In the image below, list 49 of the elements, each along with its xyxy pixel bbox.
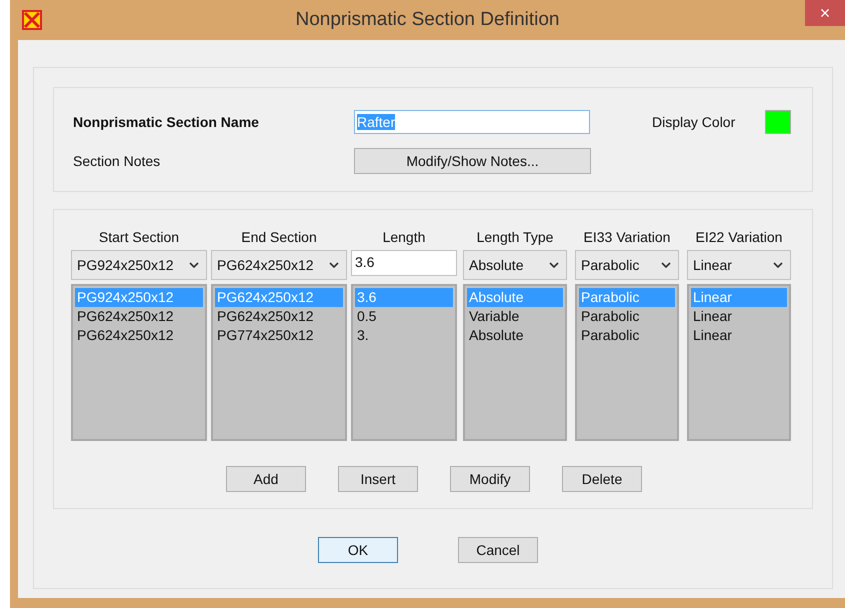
column-heading: EI22 Variation xyxy=(694,229,784,247)
color-swatch[interactable] xyxy=(765,110,791,134)
row-action-button[interactable]: Insert xyxy=(338,466,418,492)
list-box[interactable]: Absolute Variable Absolute xyxy=(463,284,567,441)
dropdown[interactable]: PG924x250x12 xyxy=(71,250,207,280)
list-item[interactable]: Absolute xyxy=(467,326,563,345)
list-item[interactable]: Variable xyxy=(467,307,563,326)
notes-button[interactable]: Modify/Show Notes... xyxy=(354,148,591,174)
list-box[interactable]: PG924x250x12 PG624x250x12 PG624x250x12 xyxy=(71,284,207,441)
dropdown[interactable]: Parabolic xyxy=(575,250,679,280)
list-box[interactable]: 3.6 0.5 3. xyxy=(351,284,457,441)
column-heading: Length Type xyxy=(476,229,554,247)
column-heading: Start Section xyxy=(98,229,180,247)
list-item[interactable]: Parabolic xyxy=(579,326,675,345)
dropdown[interactable]: Absolute xyxy=(463,250,567,280)
window-title: Nonprismatic Section Definition xyxy=(294,9,560,31)
list-item[interactable]: Linear xyxy=(691,326,787,345)
column-heading: EI33 Variation xyxy=(582,229,672,247)
chevron-icon xyxy=(773,262,783,268)
list-item[interactable]: PG774x250x12 xyxy=(215,326,343,345)
dropdown[interactable]: PG624x250x12 xyxy=(211,250,347,280)
list-item[interactable]: Parabolic xyxy=(579,307,675,326)
section-name-label: Nonprismatic Section Name xyxy=(73,114,260,130)
column-heading: End Section xyxy=(240,229,318,247)
display-color-label: Display Color xyxy=(652,114,736,130)
list-item[interactable]: PG624x250x12 xyxy=(215,307,343,326)
list-item[interactable]: Linear xyxy=(691,307,787,326)
list-box[interactable]: PG624x250x12 PG624x250x12 PG774x250x12 xyxy=(211,284,347,441)
chevron-icon xyxy=(329,262,339,268)
dropdown[interactable]: Linear xyxy=(687,250,791,280)
chevron-icon xyxy=(661,262,671,268)
column-heading: Length xyxy=(382,229,426,247)
list-box[interactable]: Parabolic Parabolic Parabolic xyxy=(575,284,679,441)
list-item[interactable]: PG624x250x12 xyxy=(75,326,203,345)
list-box[interactable]: Linear Linear Linear xyxy=(687,284,791,441)
row-action-button[interactable]: Delete xyxy=(562,466,642,492)
close-button[interactable]: × xyxy=(805,0,845,26)
input-field[interactable]: 3.6 xyxy=(351,250,457,276)
app-icon xyxy=(22,10,42,30)
dialog-button[interactable]: OK xyxy=(318,537,398,563)
chevron-icon xyxy=(189,262,199,268)
list-item[interactable]: PG624x250x12 xyxy=(75,307,203,326)
list-item[interactable]: 3. xyxy=(355,326,453,345)
row-action-button[interactable]: Add xyxy=(226,466,306,492)
dialog-button[interactable]: Cancel xyxy=(458,537,538,563)
row-action-button[interactable]: Modify xyxy=(450,466,530,492)
list-item[interactable]: 0.5 xyxy=(355,307,453,326)
section-notes-label: Section Notes xyxy=(73,153,162,169)
chevron-icon xyxy=(549,262,559,268)
